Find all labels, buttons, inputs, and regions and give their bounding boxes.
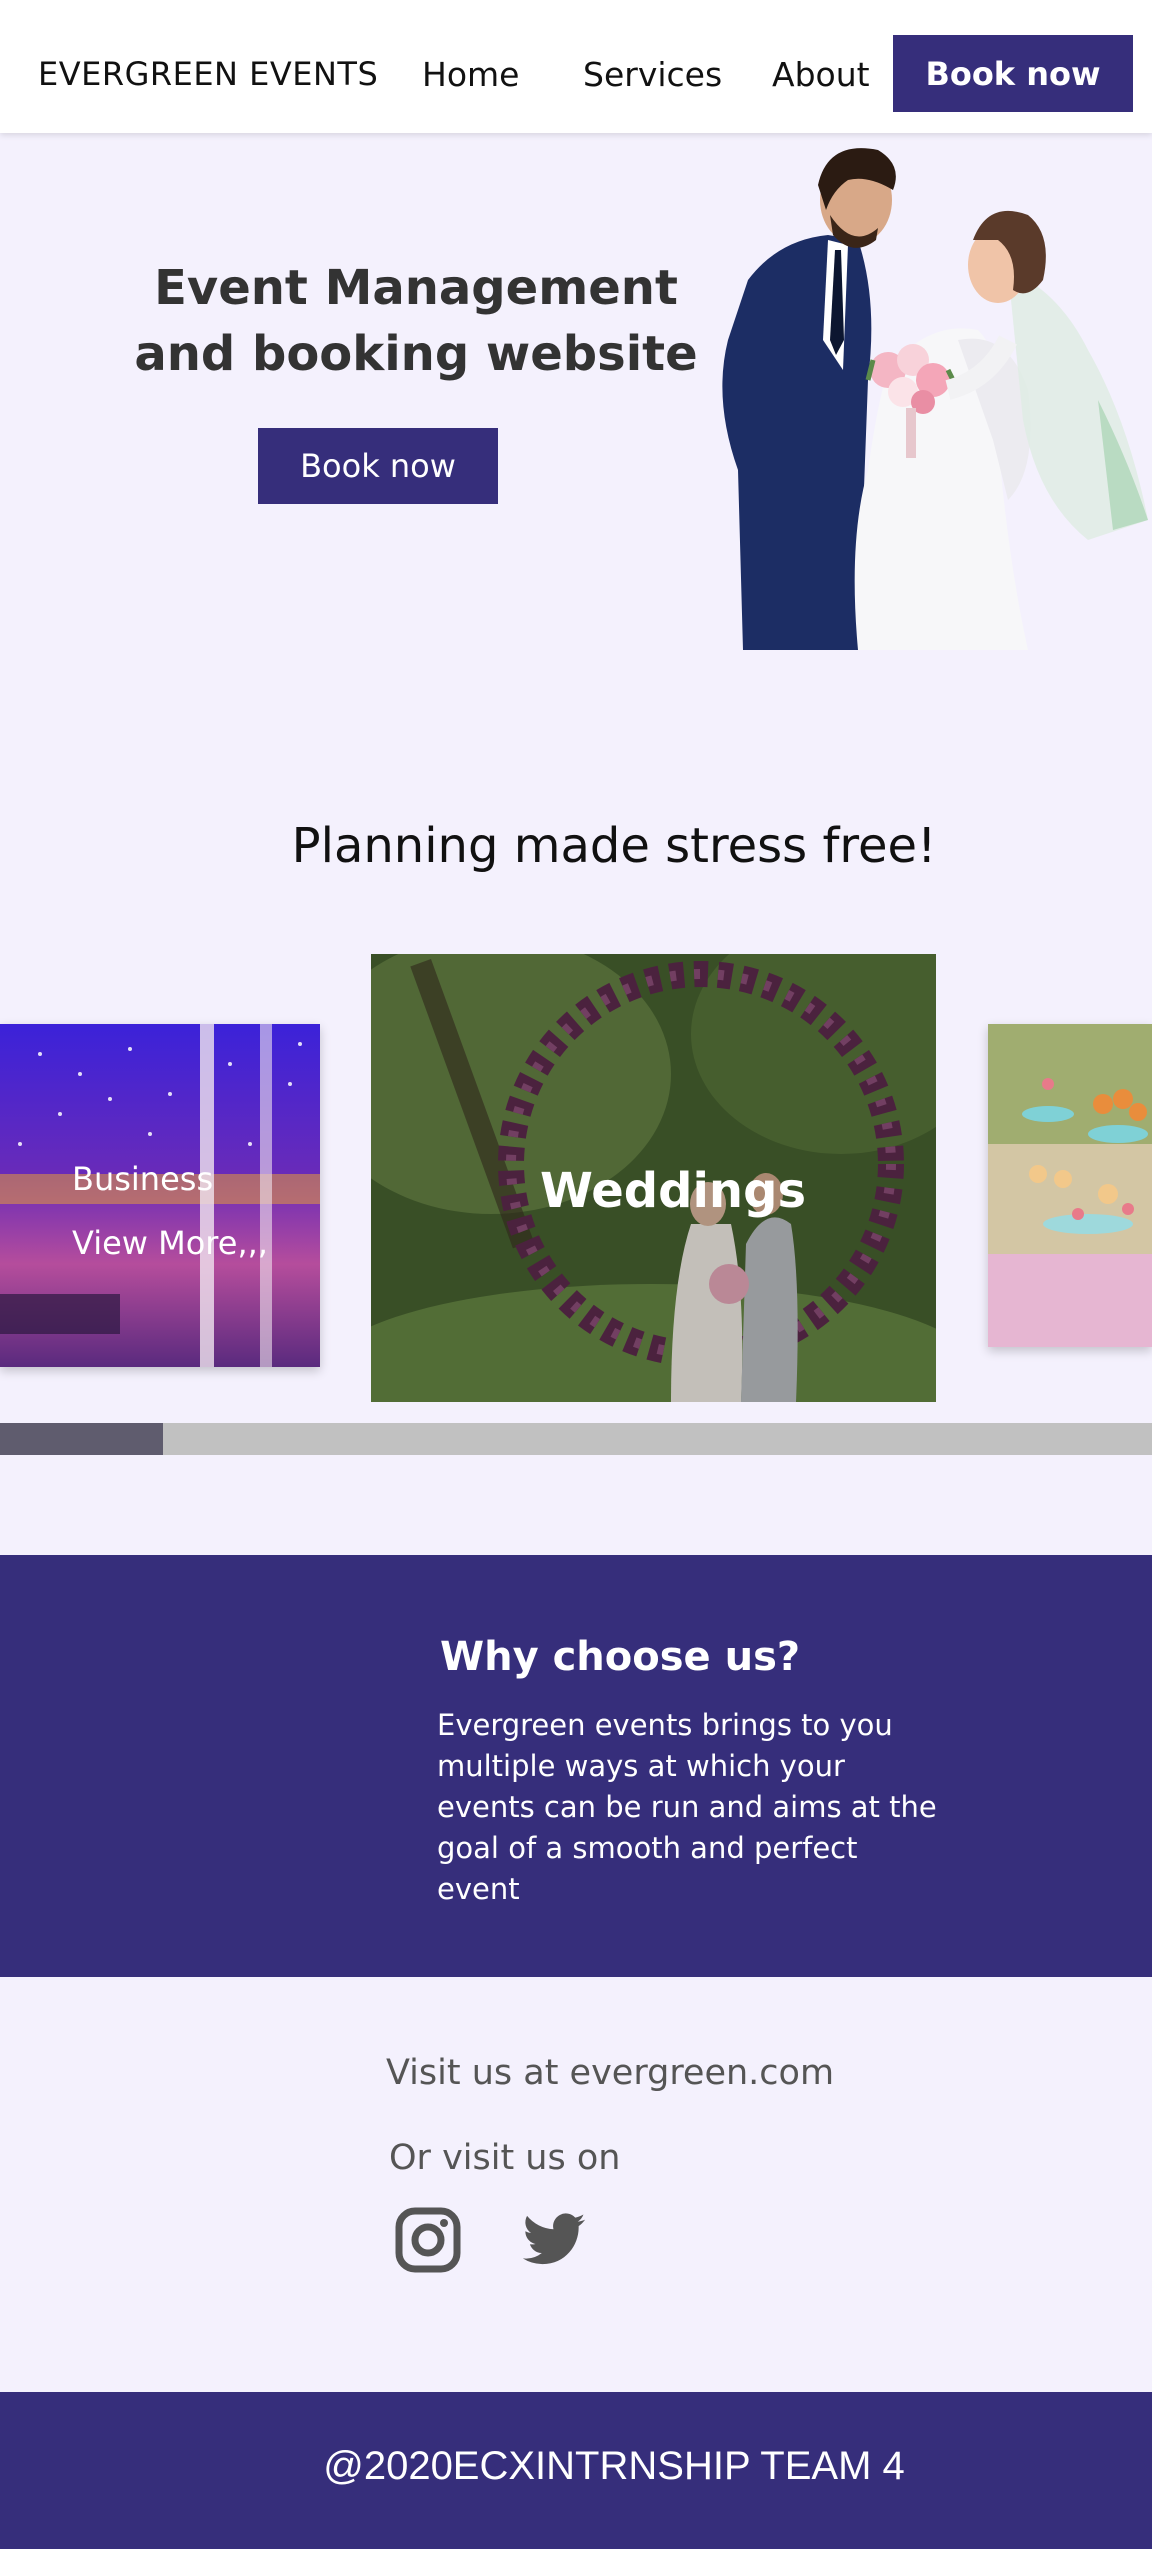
nav-book-now-button[interactable]: Book now bbox=[893, 35, 1133, 112]
planning-section-title: Planning made stress free! bbox=[291, 818, 937, 874]
nav-link-services[interactable]: Services bbox=[583, 55, 722, 94]
visit-social-text: Or visit us on bbox=[389, 2138, 621, 2178]
dessert-table-image bbox=[988, 1024, 1152, 1347]
brand-logo-text[interactable]: EVERGREEN EVENTS bbox=[38, 55, 378, 93]
top-navbar: EVERGREEN EVENTS Home Services About Boo… bbox=[0, 0, 1152, 133]
nav-link-about[interactable]: About bbox=[772, 55, 870, 94]
visit-website-text: Visit us at evergreen.com bbox=[386, 2053, 835, 2093]
why-choose-us-text: Evergreen events brings to you multiple … bbox=[437, 1708, 937, 1906]
footer-copyright-text: @2020ECXINTRNSHIP TEAM 4 bbox=[323, 2444, 905, 2488]
twitter-icon[interactable] bbox=[520, 2206, 588, 2274]
business-card-title: Business bbox=[72, 1160, 214, 1198]
nav-link-home[interactable]: Home bbox=[422, 55, 519, 94]
business-view-more-link[interactable]: View More,,, bbox=[72, 1224, 268, 1262]
hero-wedding-couple-image bbox=[708, 140, 1152, 650]
food-card[interactable] bbox=[988, 1024, 1152, 1347]
instagram-icon[interactable] bbox=[394, 2206, 462, 2274]
hero-book-now-button[interactable]: Book now bbox=[258, 428, 498, 504]
why-choose-us-title: Why choose us? bbox=[440, 1634, 801, 1680]
weddings-card-title: Weddings bbox=[539, 1163, 807, 1219]
carousel-scrollbar-thumb[interactable] bbox=[0, 1423, 163, 1455]
carousel-scrollbar-track[interactable] bbox=[0, 1423, 1152, 1455]
hero-title: Event Management and booking website bbox=[134, 260, 698, 382]
